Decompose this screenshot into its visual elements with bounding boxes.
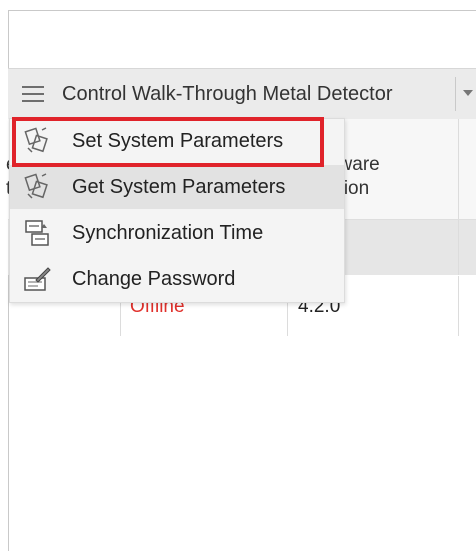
menu-item-label: Synchronization Time: [72, 221, 264, 244]
toolbar-divider: [455, 77, 456, 111]
menu-item-label: Get System Parameters: [72, 175, 286, 198]
menu-item-get-system-parameters[interactable]: Get System Parameters: [10, 165, 344, 209]
toolbar: Control Walk-Through Metal Detector: [8, 68, 476, 120]
column-divider: [458, 119, 459, 219]
menu-item-synchronization-time[interactable]: Synchronization Time: [10, 211, 344, 255]
annotation-highlight-box: [12, 117, 324, 167]
column-divider: [458, 220, 459, 275]
hamburger-icon: [22, 86, 44, 102]
password-edit-icon: [22, 264, 52, 294]
params-get-icon: [22, 172, 52, 202]
control-menu-button[interactable]: Control Walk-Through Metal Detector: [22, 80, 393, 108]
control-menu-label: Control Walk-Through Metal Detector: [62, 82, 393, 105]
dropdown-caret-icon[interactable]: [463, 90, 473, 96]
column-divider: [458, 276, 459, 336]
menu-item-change-password[interactable]: Change Password: [10, 257, 344, 301]
menu-item-label: Change Password: [72, 267, 236, 290]
time-sync-icon: [22, 218, 52, 248]
